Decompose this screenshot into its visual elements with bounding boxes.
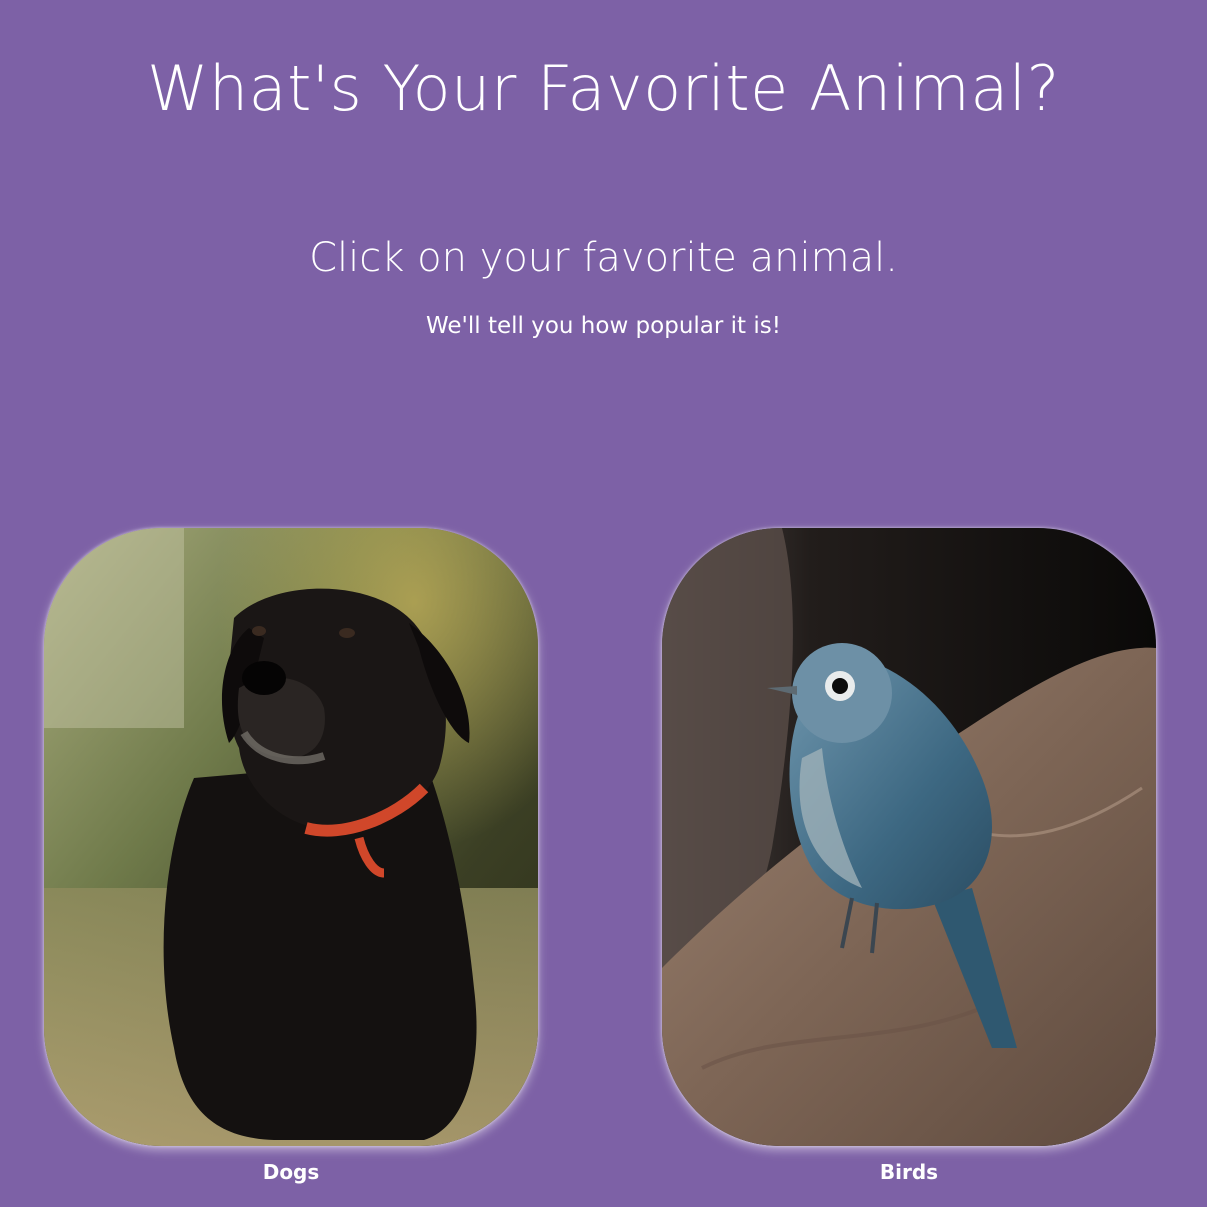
animal-label-dogs[interactable]: Dogs [44, 1160, 538, 1184]
dog-photo[interactable] [44, 528, 538, 1146]
bird-photo[interactable] [662, 528, 1156, 1146]
animal-label-birds[interactable]: Birds [662, 1160, 1156, 1184]
subtext: We'll tell you how popular it is! [426, 313, 781, 339]
instruction-text: Click on your favorite animal. [309, 235, 898, 281]
animal-card-dogs[interactable]: Dogs [44, 528, 538, 1184]
animal-card-birds[interactable]: Birds [662, 528, 1156, 1184]
page-title: What's Your Favorite Animal? [147, 52, 1060, 125]
